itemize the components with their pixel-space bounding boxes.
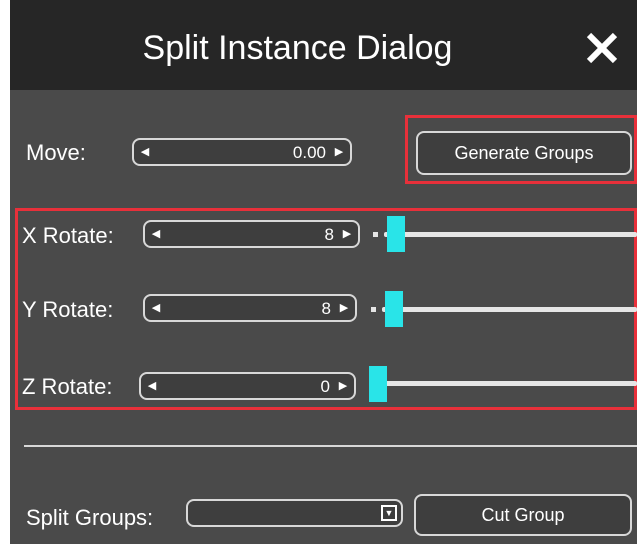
x-rotate-slider-thumb[interactable] (386, 216, 405, 252)
decrement-arrow-icon[interactable]: ◀ (134, 140, 156, 164)
y-rotate-spinner[interactable]: ◀ 8 ▶ (143, 294, 357, 322)
z-rotate-slider-thumb[interactable] (369, 366, 387, 402)
split-groups-label: Split Groups: (26, 505, 154, 530)
y-rotate-label: Y Rotate: (22, 297, 114, 322)
increment-arrow-icon[interactable]: ▶ (336, 222, 358, 246)
decrement-arrow-icon[interactable]: ◀ (145, 296, 167, 320)
x-rotate-slider-start (373, 232, 378, 237)
dialog-title: Split Instance Dialog (142, 29, 453, 67)
y-rotate-slider-track[interactable] (382, 307, 637, 312)
x-rotate-value[interactable]: 8 (325, 222, 334, 246)
close-icon[interactable] (580, 26, 624, 70)
increment-arrow-icon[interactable]: ▶ (332, 374, 354, 398)
increment-arrow-icon[interactable]: ▶ (333, 296, 355, 320)
y-rotate-slider-thumb[interactable] (384, 291, 403, 327)
cut-group-button[interactable]: Cut Group (414, 494, 632, 536)
increment-arrow-icon[interactable]: ▶ (328, 140, 350, 164)
divider (24, 445, 637, 447)
split-instance-dialog: Split Instance Dialog Move: ◀ 0.00 ▶ Gen… (10, 0, 637, 544)
z-rotate-label: Z Rotate: (22, 374, 113, 399)
move-spinner[interactable]: ◀ 0.00 ▶ (132, 138, 352, 166)
generate-groups-button[interactable]: Generate Groups (416, 131, 632, 175)
decrement-arrow-icon[interactable]: ◀ (145, 222, 167, 246)
move-value[interactable]: 0.00 (293, 140, 326, 164)
dropdown-arrow-icon[interactable]: ▼ (381, 505, 397, 521)
x-rotate-slider-track[interactable] (384, 232, 637, 237)
z-rotate-value[interactable]: 0 (321, 374, 330, 398)
decrement-arrow-icon[interactable]: ◀ (141, 374, 163, 398)
y-rotate-value[interactable]: 8 (322, 296, 331, 320)
z-rotate-spinner[interactable]: ◀ 0 ▶ (139, 372, 356, 400)
move-label: Move: (26, 140, 86, 165)
split-groups-dropdown[interactable]: ▼ (186, 499, 403, 527)
y-rotate-slider-start (371, 307, 376, 312)
x-rotate-label: X Rotate: (22, 223, 114, 248)
z-rotate-slider-track[interactable] (374, 381, 637, 386)
title-bar: Split Instance Dialog (10, 0, 637, 90)
x-rotate-spinner[interactable]: ◀ 8 ▶ (143, 220, 360, 248)
